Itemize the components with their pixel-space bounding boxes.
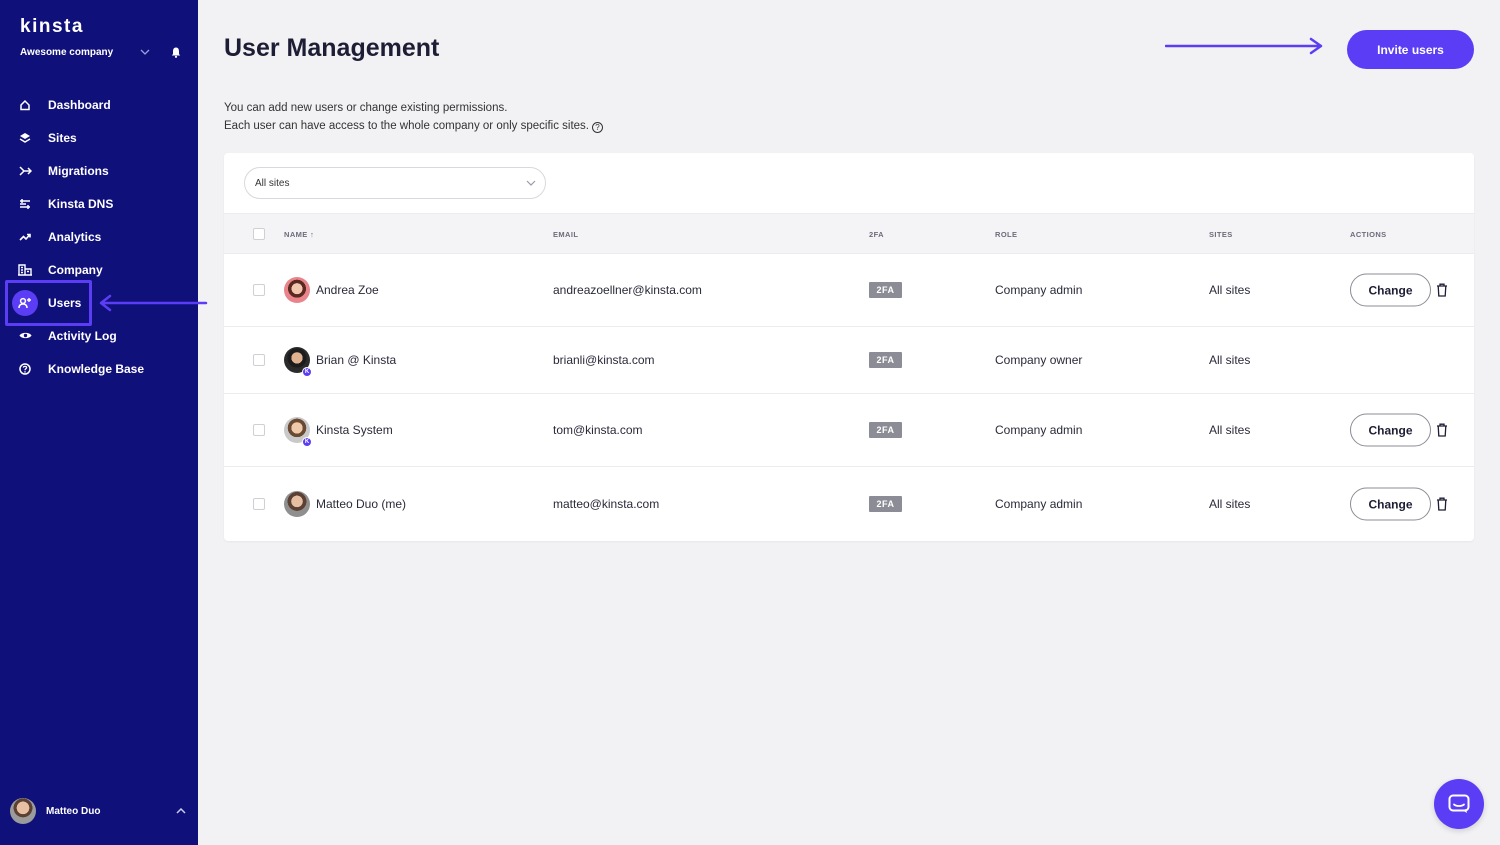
account-name: Matteo Duo <box>46 805 101 817</box>
column-header-role: ROLE <box>995 230 1018 239</box>
layers-icon <box>18 131 32 145</box>
user-role: Company admin <box>995 497 1083 511</box>
user-sites: All sites <box>1209 353 1251 367</box>
page-title: User Management <box>224 34 440 62</box>
sidebar-item-dashboard[interactable]: Dashboard <box>0 88 198 121</box>
home-icon <box>18 98 32 112</box>
user-name: Andrea Zoe <box>316 283 379 297</box>
table-header: NAME ↑ EMAIL 2FA ROLE SITES ACTIONS <box>224 213 1474 254</box>
account-menu[interactable]: Matteo Duo <box>10 798 190 824</box>
table-row: K Kinsta System tom@kinsta.com 2FA Compa… <box>224 394 1474 467</box>
column-header-name[interactable]: NAME ↑ <box>284 230 314 239</box>
page-description: You can add new users or change existing… <box>224 100 603 135</box>
bell-icon[interactable] <box>170 46 182 58</box>
kinsta-logo[interactable]: kinsta <box>20 16 84 38</box>
column-header-email: EMAIL <box>553 230 579 239</box>
chevron-down-icon[interactable] <box>138 45 152 59</box>
sites-filter-value: All sites <box>255 177 290 189</box>
user-sites: All sites <box>1209 423 1251 437</box>
users-highlight-box <box>5 280 92 326</box>
sidebar-item-kinsta-dns[interactable]: Kinsta DNS <box>0 187 198 220</box>
sidebar-item-label: Activity Log <box>48 328 117 343</box>
change-button[interactable]: Change <box>1350 413 1431 447</box>
column-header-actions: ACTIONS <box>1350 230 1387 239</box>
twofa-badge: 2FA <box>869 282 902 298</box>
user-email: andreazoellner@kinsta.com <box>553 283 702 297</box>
sidebar-item-migrations[interactable]: Migrations <box>0 154 198 187</box>
annotation-arrow-right-icon <box>1165 37 1323 55</box>
user-sites: All sites <box>1209 283 1251 297</box>
twofa-badge: 2FA <box>869 422 902 438</box>
kinsta-badge: K <box>302 367 312 377</box>
row-checkbox[interactable] <box>253 424 265 436</box>
description-text: Each user can have access to the whole c… <box>224 119 589 132</box>
user-email: matteo@kinsta.com <box>553 497 660 511</box>
column-header-2fa: 2FA <box>869 230 884 239</box>
chat-icon[interactable] <box>1434 779 1484 829</box>
trash-icon[interactable] <box>1436 497 1448 511</box>
sidebar-item-label: Knowledge Base <box>48 361 145 376</box>
trash-icon[interactable] <box>1436 283 1448 297</box>
twofa-badge: 2FA <box>869 496 902 512</box>
chevron-up-icon[interactable] <box>174 804 188 818</box>
company-name: Awesome company <box>20 46 114 58</box>
sites-filter-select[interactable]: All sites <box>244 167 546 199</box>
user-name: Matteo Duo (me) <box>316 497 407 511</box>
change-button[interactable]: Change <box>1350 273 1431 307</box>
help-icon[interactable]: ? <box>592 121 603 133</box>
sidebar-nav: Dashboard Sites Migrations Kinsta DNS An… <box>0 88 198 385</box>
dns-icon <box>18 197 32 211</box>
sidebar-item-label: Analytics <box>48 229 102 244</box>
sidebar-item-analytics[interactable]: Analytics <box>0 220 198 253</box>
user-sites: All sites <box>1209 497 1251 511</box>
twofa-badge: 2FA <box>869 352 902 368</box>
change-button[interactable]: Change <box>1350 487 1431 521</box>
user-role: Company admin <box>995 283 1083 297</box>
description-line: You can add new users or change existing… <box>224 102 508 114</box>
sidebar-item-label: Dashboard <box>48 97 111 112</box>
row-checkbox[interactable] <box>253 498 265 510</box>
user-email: brianli@kinsta.com <box>553 353 655 367</box>
chevron-down-icon <box>526 180 536 186</box>
trash-icon[interactable] <box>1436 423 1448 437</box>
annotation-arrow-left-icon <box>99 294 208 312</box>
avatar <box>284 491 310 517</box>
user-role: Company owner <box>995 353 1083 367</box>
avatar <box>284 277 310 303</box>
company-switcher[interactable]: Awesome company <box>20 45 182 59</box>
migrate-icon <box>18 164 32 178</box>
table-row: Matteo Duo (me) matteo@kinsta.com 2FA Co… <box>224 467 1474 541</box>
user-email: tom@kinsta.com <box>553 423 643 437</box>
sidebar: kinsta Awesome company Dashboard Sites M <box>0 0 198 845</box>
row-checkbox[interactable] <box>253 354 265 366</box>
users-table-card: All sites NAME ↑ EMAIL 2FA ROLE SITES AC… <box>224 153 1474 541</box>
sidebar-item-label: Migrations <box>48 163 109 178</box>
user-role: Company admin <box>995 423 1083 437</box>
help-circle-icon <box>18 362 32 376</box>
trend-icon <box>18 230 32 244</box>
description-line-2: Each user can have access to the whole c… <box>224 118 603 136</box>
table-row: Andrea Zoe andreazoellner@kinsta.com 2FA… <box>224 254 1474 327</box>
building-icon <box>18 263 32 277</box>
select-all-checkbox[interactable] <box>253 228 265 240</box>
user-name: Brian @ Kinsta <box>316 353 397 367</box>
invite-users-button[interactable]: Invite users <box>1347 30 1474 69</box>
sidebar-item-label: Company <box>48 262 103 277</box>
sidebar-item-label: Sites <box>48 130 77 145</box>
kinsta-badge: K <box>302 437 312 447</box>
eye-icon <box>18 329 32 343</box>
row-checkbox[interactable] <box>253 284 265 296</box>
sidebar-item-sites[interactable]: Sites <box>0 121 198 154</box>
avatar <box>10 798 36 824</box>
table-row: K Brian @ Kinsta brianli@kinsta.com 2FA … <box>224 327 1474 394</box>
sidebar-item-label: Kinsta DNS <box>48 196 114 211</box>
column-header-sites: SITES <box>1209 230 1233 239</box>
sidebar-item-knowledge-base[interactable]: Knowledge Base <box>0 352 198 385</box>
user-name: Kinsta System <box>316 423 393 437</box>
